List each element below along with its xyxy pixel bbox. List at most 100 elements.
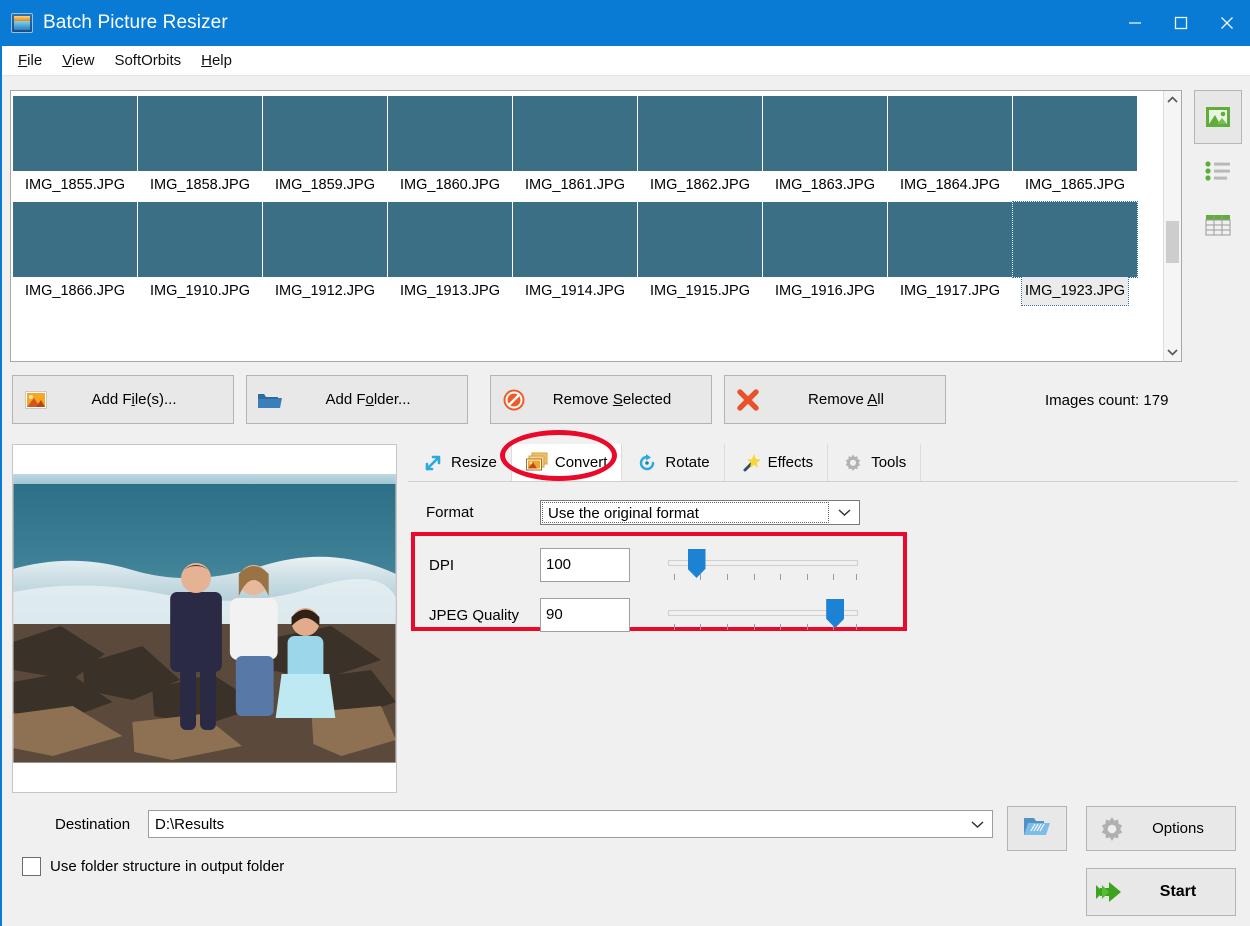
- tab-tools[interactable]: Tools: [828, 444, 922, 481]
- rotate-icon: [636, 452, 658, 474]
- magic-wand-icon: [739, 452, 761, 474]
- add-folder-button[interactable]: Add Folder...: [246, 375, 468, 424]
- scrollbar-thumb[interactable]: [1166, 221, 1179, 263]
- picture-app-icon: [11, 13, 33, 33]
- thumbnail-image[interactable]: [638, 202, 762, 277]
- thumbnail-image[interactable]: [263, 202, 387, 277]
- convert-images-icon: [525, 451, 548, 473]
- chevron-down-icon[interactable]: [1164, 343, 1181, 361]
- chevron-down-icon[interactable]: [830, 508, 859, 517]
- thumbnail-image[interactable]: [1013, 96, 1137, 171]
- menu-item-view[interactable]: View: [52, 49, 104, 72]
- thumbnail-item[interactable]: IMG_1859.JPG: [263, 93, 387, 199]
- thumbnail-caption: IMG_1863.JPG: [775, 177, 875, 193]
- remove-selected-button[interactable]: Remove Selected: [490, 375, 712, 424]
- use-folder-structure-row[interactable]: Use folder structure in output folder: [22, 857, 284, 876]
- start-button[interactable]: Start: [1086, 868, 1236, 916]
- chevron-up-icon[interactable]: [1164, 91, 1181, 109]
- thumbnail-item[interactable]: IMG_1864.JPG: [888, 93, 1012, 199]
- thumbnail-item[interactable]: IMG_1866.JPG: [13, 199, 137, 305]
- format-value: Use the original format: [542, 502, 829, 523]
- add-files-button[interactable]: Add File(s)...: [12, 375, 234, 424]
- thumbnail-image[interactable]: [513, 96, 637, 171]
- thumbnail-view-button[interactable]: [1194, 90, 1242, 144]
- format-dropdown[interactable]: Use the original format: [540, 500, 860, 525]
- thumbnail-item[interactable]: IMG_1917.JPG: [888, 199, 1012, 305]
- menu-item-softorbits[interactable]: SoftOrbits: [104, 49, 191, 72]
- thumbnail-caption: IMG_1866.JPG: [25, 283, 125, 299]
- window-controls: [1112, 0, 1250, 46]
- thumbnail-caption: IMG_1917.JPG: [900, 283, 1000, 299]
- tab-convert[interactable]: Convert: [511, 444, 623, 481]
- options-label: Options: [1152, 820, 1204, 837]
- thumbnail-caption: IMG_1861.JPG: [525, 177, 625, 193]
- thumbnail-image[interactable]: [388, 202, 512, 277]
- thumbnail-image[interactable]: [13, 202, 137, 277]
- thumbnail-image[interactable]: [763, 202, 887, 277]
- menu-file-rest: ile: [27, 52, 43, 69]
- thumbnail-caption: IMG_1855.JPG: [25, 177, 125, 193]
- use-folder-structure-checkbox[interactable]: [22, 857, 41, 876]
- thumbnail-item[interactable]: IMG_1863.JPG: [763, 93, 887, 199]
- tab-effects-label: Effects: [767, 454, 814, 471]
- format-label: Format: [426, 504, 474, 521]
- thumbnail-item[interactable]: IMG_1855.JPG: [13, 93, 137, 199]
- thumbnail-item[interactable]: IMG_1865.JPG: [1013, 93, 1137, 199]
- thumbnail-grid[interactable]: IMG_1855.JPG IMG_1858.JPG IMG_1859.JPG IMG_…: [11, 91, 1163, 361]
- tab-effects[interactable]: Effects: [724, 444, 829, 481]
- maximize-button[interactable]: [1158, 0, 1204, 46]
- resize-arrow-icon: [422, 452, 444, 474]
- menu-item-file[interactable]: File: [8, 49, 52, 72]
- remove-all-label: Remove All: [808, 391, 884, 408]
- thumbnail-image[interactable]: [13, 96, 137, 171]
- images-count-label: Images count: 179: [1045, 392, 1169, 409]
- remove-all-button[interactable]: Remove All: [724, 375, 946, 424]
- thumbnail-item[interactable]: IMG_1916.JPG: [763, 199, 887, 305]
- dpi-input[interactable]: 100: [540, 548, 630, 582]
- minimize-button[interactable]: [1112, 0, 1158, 46]
- destination-value[interactable]: D:\Results: [149, 816, 962, 833]
- details-view-button[interactable]: [1194, 198, 1242, 252]
- settings-panel: Resize Convert Rotate Effects Tools Form…: [408, 444, 1238, 793]
- thumbnail-item[interactable]: IMG_1913.JPG: [388, 199, 512, 305]
- jpeg-quality-slider[interactable]: [668, 597, 858, 633]
- menu-item-help[interactable]: Help: [191, 49, 242, 72]
- thumbnail-item[interactable]: IMG_1860.JPG: [388, 93, 512, 199]
- thumbnail-item[interactable]: IMG_1915.JPG: [638, 199, 762, 305]
- browse-destination-button[interactable]: [1007, 806, 1067, 851]
- thumbnail-item[interactable]: IMG_1910.JPG: [138, 199, 262, 305]
- format-row: Format Use the original format: [408, 500, 1238, 525]
- dpi-slider[interactable]: [668, 547, 858, 583]
- thumbnail-item[interactable]: IMG_1912.JPG: [263, 199, 387, 305]
- thumbnail-image[interactable]: [888, 202, 1012, 277]
- thumbnail-item[interactable]: IMG_1914.JPG: [513, 199, 637, 305]
- tab-rotate[interactable]: Rotate: [622, 444, 725, 481]
- list-view-button[interactable]: [1194, 144, 1242, 198]
- close-button[interactable]: [1204, 0, 1250, 46]
- thumbnail-scrollbar[interactable]: [1163, 91, 1181, 361]
- thumbnail-image[interactable]: [263, 96, 387, 171]
- thumbnail-image[interactable]: [888, 96, 1012, 171]
- thumbnail-image[interactable]: [763, 96, 887, 171]
- thumbnail-item[interactable]: IMG_1858.JPG: [138, 93, 262, 199]
- thumbnail-image[interactable]: [513, 202, 637, 277]
- thumbnail-item[interactable]: IMG_1861.JPG: [513, 93, 637, 199]
- destination-dropdown[interactable]: D:\Results: [148, 810, 993, 838]
- jpeg-quality-input[interactable]: 90: [540, 598, 630, 632]
- thumbnail-caption: IMG_1914.JPG: [525, 283, 625, 299]
- thumbnail-image[interactable]: [388, 96, 512, 171]
- folder-open-icon: [247, 390, 293, 410]
- thumbnail-image[interactable]: [138, 96, 262, 171]
- chevron-down-icon[interactable]: [962, 820, 992, 829]
- thumbnail-image[interactable]: [1012, 201, 1138, 278]
- options-button[interactable]: Options: [1086, 806, 1236, 851]
- title-bar: Batch Picture Resizer: [0, 0, 1250, 46]
- thumbnail-image[interactable]: [638, 96, 762, 171]
- thumbnail-image[interactable]: [138, 202, 262, 277]
- menu-help-rest: elp: [211, 52, 232, 69]
- thumbnail-item[interactable]: IMG_1862.JPG: [638, 93, 762, 199]
- thumbnail-caption: IMG_1865.JPG: [1025, 177, 1125, 193]
- thumbnail-item[interactable]: IMG_1923.JPG: [1012, 199, 1138, 306]
- tab-resize[interactable]: Resize: [408, 444, 512, 481]
- thumbnail-panel[interactable]: IMG_1855.JPG IMG_1858.JPG IMG_1859.JPG IMG_…: [10, 90, 1182, 362]
